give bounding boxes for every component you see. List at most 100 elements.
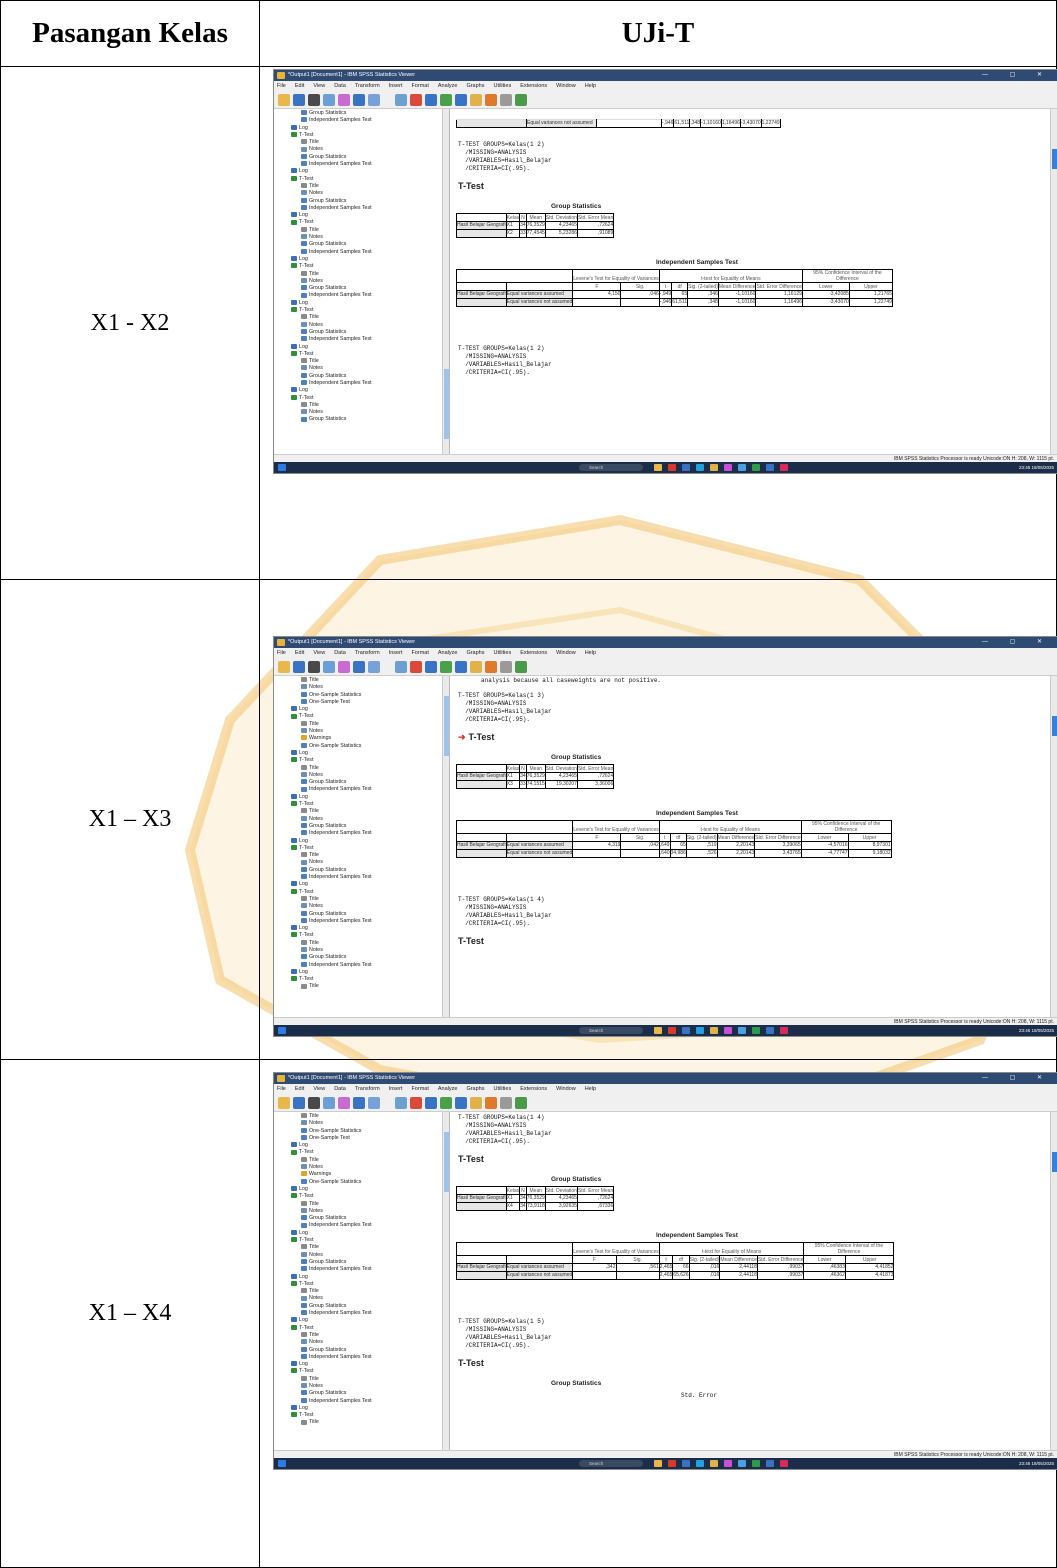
tree-node[interactable]: Notes: [277, 1164, 449, 1171]
taskbar-app-icon[interactable]: [766, 1027, 774, 1034]
tree-node[interactable]: Log: [277, 212, 449, 219]
toolbar-button-icon[interactable]: [440, 94, 452, 106]
taskbar-app-icon[interactable]: [780, 1460, 788, 1467]
toolbar-button-icon[interactable]: [338, 94, 350, 106]
menu-help[interactable]: Help: [585, 83, 596, 89]
tree-node[interactable]: Title: [277, 1244, 449, 1251]
toolbar-button-icon[interactable]: [323, 661, 335, 673]
menu-edit[interactable]: Edit: [295, 1086, 304, 1092]
tree-node[interactable]: Independent Samples Test: [277, 962, 449, 969]
tree-node[interactable]: Group Statistics: [277, 198, 449, 205]
tree-node[interactable]: Title: [277, 721, 449, 728]
toolbar-button-icon[interactable]: [455, 661, 467, 673]
tree-node[interactable]: Independent Samples Test: [277, 830, 449, 837]
tree-node[interactable]: Group Statistics: [277, 911, 449, 918]
tree-node[interactable]: Independent Samples Test: [277, 874, 449, 881]
taskbar-app-icon[interactable]: [738, 1027, 746, 1034]
menu-utilities[interactable]: Utilities: [493, 650, 511, 656]
toolbar-button-icon[interactable]: [470, 94, 482, 106]
menu-window[interactable]: Window: [556, 1086, 576, 1092]
tree-node[interactable]: Group Statistics: [277, 1347, 449, 1354]
tree-node[interactable]: Title: [277, 402, 449, 409]
tree-node[interactable]: Title: [277, 677, 449, 684]
menu-extensions[interactable]: Extensions: [520, 650, 547, 656]
outline-scrollbar[interactable]: [442, 676, 449, 1017]
tree-node[interactable]: Notes: [277, 1208, 449, 1215]
menu-insert[interactable]: Insert: [389, 1086, 403, 1092]
tree-node[interactable]: Independent Samples Test: [277, 1310, 449, 1317]
tree-node[interactable]: Notes: [277, 859, 449, 866]
taskbar-app-icon[interactable]: [668, 464, 676, 471]
tree-node[interactable]: Group Statistics: [277, 1303, 449, 1310]
menu-utilities[interactable]: Utilities: [493, 83, 511, 89]
toolbar-button-icon[interactable]: [368, 661, 380, 673]
tree-node[interactable]: Group Statistics: [277, 241, 449, 248]
tree-node[interactable]: Title: [277, 1288, 449, 1295]
tree-node[interactable]: T-Test: [277, 845, 449, 852]
tree-node[interactable]: T-Test: [277, 801, 449, 808]
taskbar-app-icon[interactable]: [724, 1460, 732, 1467]
taskbar-app-icon[interactable]: [724, 464, 732, 471]
toolbar-button-icon[interactable]: [395, 661, 407, 673]
menu-extensions[interactable]: Extensions: [520, 83, 547, 89]
tree-node[interactable]: T-Test: [277, 932, 449, 939]
taskbar-app-icon[interactable]: [710, 1027, 718, 1034]
start-button-icon[interactable]: [278, 464, 286, 471]
menu-format[interactable]: Format: [411, 650, 428, 656]
taskbar-app-icon[interactable]: [710, 1460, 718, 1467]
tree-node[interactable]: Independent Samples Test: [277, 1266, 449, 1273]
tree-node[interactable]: Independent Samples Test: [277, 918, 449, 925]
menu-graphs[interactable]: Graphs: [466, 650, 484, 656]
taskbar-app-icon[interactable]: [668, 1027, 676, 1034]
tree-node[interactable]: Title: [277, 983, 449, 990]
toolbar-button-icon[interactable]: [395, 1097, 407, 1109]
tree-node[interactable]: Log: [277, 794, 449, 801]
tree-node[interactable]: Notes: [277, 903, 449, 910]
tree-node[interactable]: T-Test: [277, 1325, 449, 1332]
menu-data[interactable]: Data: [334, 1086, 346, 1092]
toolbar-button-icon[interactable]: [410, 1097, 422, 1109]
tree-node[interactable]: Group Statistics: [277, 329, 449, 336]
toolbar-button-icon[interactable]: [368, 1097, 380, 1109]
tree-node[interactable]: Independent Samples Test: [277, 205, 449, 212]
tree-node[interactable]: Independent Samples Test: [277, 1398, 449, 1405]
taskbar-app-icon[interactable]: [682, 464, 690, 471]
tree-node[interactable]: Notes: [277, 146, 449, 153]
tree-node[interactable]: Notes: [277, 1295, 449, 1302]
tree-node[interactable]: Title: [277, 896, 449, 903]
menu-analyze[interactable]: Analyze: [438, 83, 458, 89]
menu-format[interactable]: Format: [411, 83, 428, 89]
taskbar-app-icon[interactable]: [682, 1027, 690, 1034]
toolbar-button-icon[interactable]: [485, 94, 497, 106]
tree-node[interactable]: Notes: [277, 1252, 449, 1259]
tree-node[interactable]: Group Statistics: [277, 373, 449, 380]
taskbar-app-icon[interactable]: [780, 1027, 788, 1034]
tree-node[interactable]: Title: [277, 940, 449, 947]
menu-view[interactable]: View: [313, 650, 325, 656]
tree-node[interactable]: T-Test: [277, 132, 449, 139]
toolbar-button-icon[interactable]: [278, 661, 290, 673]
tree-node[interactable]: Notes: [277, 816, 449, 823]
start-button-icon[interactable]: [278, 1460, 286, 1467]
content-scrollbar[interactable]: [1050, 1112, 1057, 1450]
tree-node[interactable]: Notes: [277, 728, 449, 735]
toolbar-button-icon[interactable]: [500, 1097, 512, 1109]
tree-node[interactable]: T-Test: [277, 757, 449, 764]
menu-transform[interactable]: Transform: [355, 83, 380, 89]
tree-node[interactable]: Notes: [277, 190, 449, 197]
toolbar-button-icon[interactable]: [425, 661, 437, 673]
taskbar-app-icon[interactable]: [696, 1460, 704, 1467]
tree-node[interactable]: T-Test: [277, 889, 449, 896]
toolbar-button-icon[interactable]: [293, 661, 305, 673]
tree-node[interactable]: Notes: [277, 278, 449, 285]
menu-format[interactable]: Format: [411, 1086, 428, 1092]
tree-node[interactable]: Group Statistics: [277, 154, 449, 161]
menu-insert[interactable]: Insert: [389, 650, 403, 656]
taskbar-app-icon[interactable]: [752, 464, 760, 471]
tree-node[interactable]: T-Test: [277, 1193, 449, 1200]
tree-node[interactable]: T-Test: [277, 1237, 449, 1244]
tree-node[interactable]: Independent Samples Test: [277, 336, 449, 343]
toolbar-button-icon[interactable]: [278, 1097, 290, 1109]
tree-node[interactable]: Group Statistics: [277, 867, 449, 874]
tree-node[interactable]: Group Statistics: [277, 1390, 449, 1397]
